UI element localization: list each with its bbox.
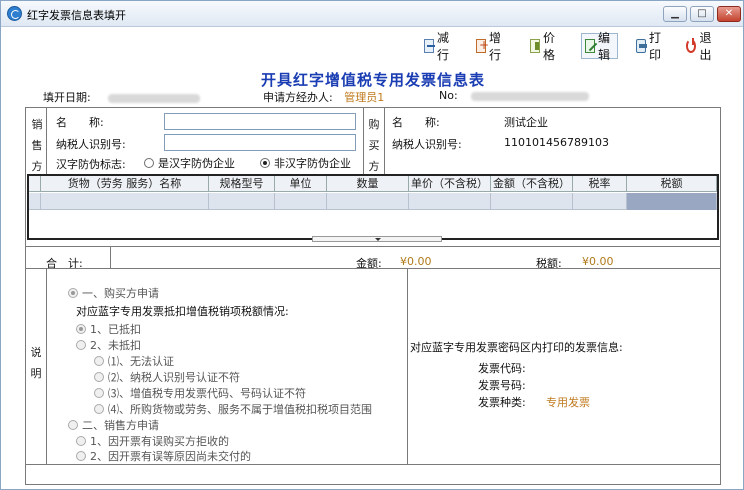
buyer-section-label: 购买方	[368, 118, 380, 173]
seller-apply-radio[interactable]: 二、销售方申请	[68, 417, 159, 433]
buyer-name-label: 名 称:	[392, 116, 440, 129]
invoice-type-label: 发票种类:	[478, 396, 526, 409]
total-tax-value: ¥0.00	[582, 255, 614, 268]
reason-4-radio[interactable]: ⑷、所购货物或劳务、服务不属于增值税扣税项目范围	[94, 401, 372, 417]
col-unit[interactable]: 单位	[275, 176, 327, 192]
grid-resize-handle[interactable]	[312, 236, 442, 242]
col-quantity[interactable]: 数量	[327, 176, 409, 192]
add-row-button[interactable]: 增行	[473, 31, 508, 62]
document-title: 开具红字增值税专用发票信息表	[260, 71, 485, 89]
printer-icon	[636, 39, 647, 53]
anti-fake-label: 汉字防伪标志:	[56, 158, 126, 171]
cell-quantity[interactable]	[327, 193, 409, 210]
exit-button[interactable]: 退出	[683, 31, 718, 62]
col-tax-rate[interactable]: 税率	[573, 176, 627, 192]
buyer-tax-id-value: 110101456789103	[504, 136, 609, 149]
add-row-icon	[476, 38, 489, 53]
seller-tax-id-label: 纳税人识别号:	[56, 138, 126, 151]
app-logo-icon	[7, 6, 22, 21]
invoice-info-title: 对应蓝字专用发票密码区内打印的发票信息:	[410, 341, 623, 354]
cell-tax-amount[interactable]	[627, 193, 717, 210]
applicant-value: 管理员1	[344, 91, 385, 104]
invoice-code-label: 发票代码:	[478, 362, 526, 375]
deducted-radio[interactable]: 1、已抵扣	[76, 321, 141, 337]
app-window: 红字发票信息表填开 ▁ □ ✕ 减行 增行 价格 编辑 打印 退出 开具红	[0, 0, 744, 490]
title-bar: 红字发票信息表填开 ▁ □ ✕	[1, 1, 743, 27]
goods-grid[interactable]: 货物（劳务 服务）名称 规格型号 单位 数量 单价（不含税） 金额（不含税） 税…	[27, 174, 719, 242]
col-spec[interactable]: 规格型号	[209, 176, 275, 192]
seller-name-input[interactable]	[164, 113, 356, 130]
seller-name-label: 名 称:	[56, 116, 104, 129]
invoice-number-label: 发票号码:	[478, 379, 526, 392]
form-number-value-redacted	[471, 91, 590, 101]
goods-grid-header: 货物（劳务 服务）名称 规格型号 单位 数量 单价（不含税） 金额（不含税） 税…	[29, 176, 717, 192]
seller-reason-1-radio[interactable]: 1、因开票有误购买方拒收的	[76, 433, 229, 449]
not-deducted-radio[interactable]: 2、未抵扣	[76, 337, 141, 353]
price-button[interactable]: 价格	[527, 31, 562, 62]
total-amount-value: ¥0.00	[400, 255, 432, 268]
table-row[interactable]	[29, 193, 717, 210]
minimize-button[interactable]: ▁	[663, 6, 687, 22]
edit-button[interactable]: 编辑	[581, 31, 619, 62]
applicant: 申请方经办人: 管理员1	[263, 91, 385, 104]
price-icon	[530, 39, 540, 53]
power-icon	[686, 38, 697, 53]
cell-goods-name[interactable]	[41, 193, 209, 210]
reason-2-radio[interactable]: ⑵、纳税人识别号认证不符	[94, 369, 240, 385]
print-button[interactable]: 打印	[633, 31, 668, 62]
buyer-tax-id-label: 纳税人识别号:	[392, 138, 462, 151]
reduce-row-button[interactable]: 减行	[421, 31, 456, 62]
reason-1-radio[interactable]: ⑴、无法认证	[94, 353, 174, 369]
invoice-form: 销售方 名 称: 纳税人识别号: 汉字防伪标志: 是汉字防伪企业 非汉字防伪企业…	[25, 107, 721, 485]
form-number: No:	[439, 89, 590, 102]
close-button[interactable]: ✕	[717, 6, 741, 22]
reason-3-radio[interactable]: ⑶、增值税专用发票代码、号码认证不符	[94, 385, 306, 401]
edit-icon	[585, 39, 595, 53]
col-goods-name[interactable]: 货物（劳务 服务）名称	[41, 176, 209, 192]
maximize-button[interactable]: □	[690, 6, 714, 22]
window-title: 红字发票信息表填开	[27, 9, 126, 22]
cell-tax-rate[interactable]	[573, 193, 627, 210]
cell-unit[interactable]	[275, 193, 327, 210]
remarks-section-label: 说明	[30, 346, 42, 380]
seller-tax-id-input[interactable]	[164, 134, 356, 151]
invoice-type-value: 专用发票	[546, 396, 590, 409]
buyer-apply-radio[interactable]: 一、购买方申请	[68, 285, 159, 301]
fill-date: 填开日期:	[43, 89, 201, 105]
seller-reason-2-radio[interactable]: 2、因开票有误等原因尚未交付的	[76, 448, 251, 464]
col-amount[interactable]: 金额（不含税）	[491, 176, 573, 192]
cell-spec[interactable]	[209, 193, 275, 210]
col-tax-amount[interactable]: 税额	[627, 176, 717, 192]
remove-row-icon	[424, 39, 435, 53]
anti-fake-no-radio[interactable]: 非汉字防伪企业	[260, 155, 351, 171]
buyer-name-value: 测试企业	[504, 116, 548, 129]
seller-section-label: 销售方	[31, 118, 43, 173]
cell-amount[interactable]	[491, 193, 573, 210]
col-unit-price[interactable]: 单价（不含税）	[409, 176, 491, 192]
fill-date-value-redacted	[108, 93, 201, 103]
anti-fake-yes-radio[interactable]: 是汉字防伪企业	[144, 155, 235, 171]
cell-unit-price[interactable]	[409, 193, 491, 210]
deduct-question-label: 对应蓝字专用发票抵扣增值税销项税额情况:	[76, 305, 289, 318]
